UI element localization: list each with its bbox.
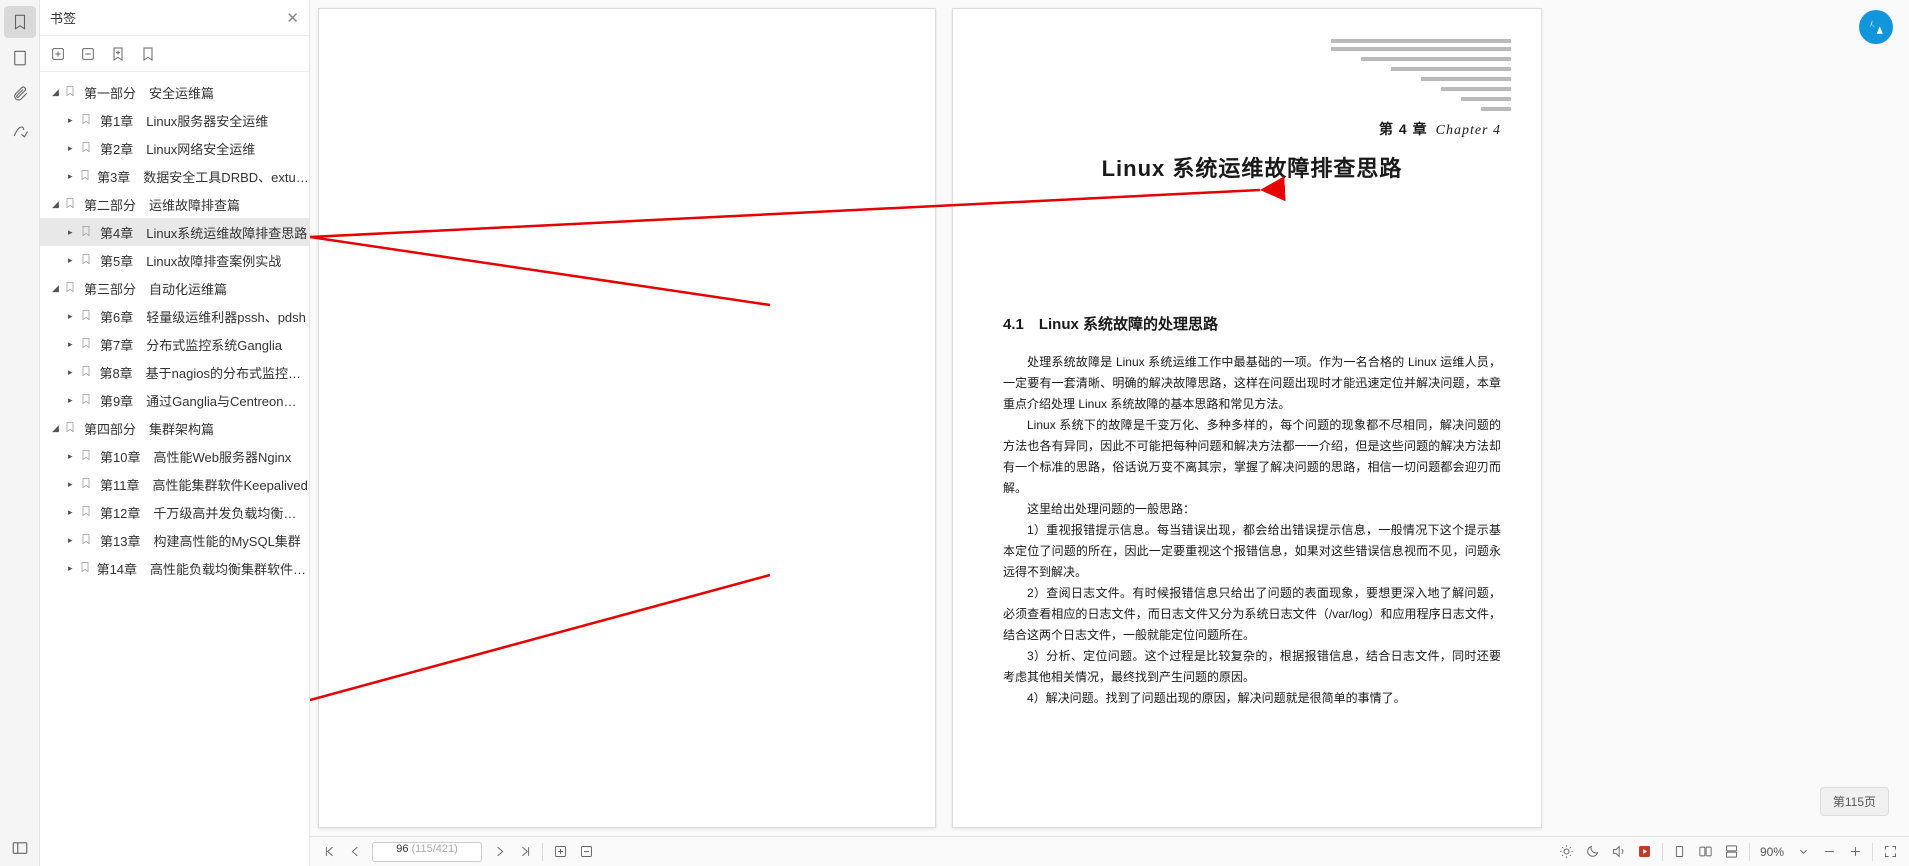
tree-ch-6[interactable]: ▸第6章 轻量级运维利器pssh、pdsh (40, 302, 309, 330)
section-title: 4.1 Linux 系统故障的处理思路 (1003, 313, 1501, 334)
chapter-number: 第 4 章Chapter 4 (1003, 119, 1501, 139)
first-page-icon[interactable] (316, 839, 342, 865)
pages-tab-icon[interactable] (4, 42, 36, 74)
bookmarks-tree: ◢第一部分 安全运维篇 ▸第1章 Linux服务器安全运维 ▸第2章 Linux… (40, 72, 309, 866)
attachments-tab-icon[interactable] (4, 78, 36, 110)
close-panel-icon[interactable]: ✕ (286, 9, 299, 27)
tree-ch-4[interactable]: ▸第4章 Linux系统运维故障排查思路 (40, 218, 309, 246)
continuous-icon[interactable] (1719, 839, 1745, 865)
zoom-in-page-icon[interactable] (547, 839, 573, 865)
page-right-chapter: 第 4 章Chapter 4 Linux 系统运维故障排查思路 4.1 Linu… (952, 8, 1542, 828)
fullscreen-icon[interactable] (1877, 839, 1903, 865)
bookmark-tools (40, 36, 309, 72)
page-number-input[interactable]: 96 (115/421) (372, 842, 482, 862)
add-bookmark-icon[interactable] (110, 46, 126, 62)
panel-title: 书签 (50, 8, 76, 27)
body-paragraph: 4）解决问题。找到了问题出现的原因，解决问题就是很简单的事情了。 (1003, 688, 1501, 709)
tree-ch-11[interactable]: ▸第11章 高性能集群软件Keepalived (40, 470, 309, 498)
document-viewport: 第 4 章Chapter 4 Linux 系统运维故障排查思路 4.1 Linu… (310, 0, 1909, 866)
page-indicator-float[interactable]: 第115页 (1820, 787, 1889, 816)
body-paragraph: Linux 系统下的故障是千变万化、多种多样的，每个问题的现象都不尽相同，解决问… (1003, 415, 1501, 499)
zoom-out-icon[interactable] (1816, 839, 1842, 865)
tree-part-4[interactable]: ◢第四部分 集群架构篇 (40, 414, 309, 442)
prev-page-icon[interactable] (342, 839, 368, 865)
body-paragraph: 1）重视报错提示信息。每当错误出现，都会给出错误提示信息，一般情况下这个提示基本… (1003, 520, 1501, 583)
tree-ch-10[interactable]: ▸第10章 高性能Web服务器Nginx (40, 442, 309, 470)
chapter-decoration (1331, 39, 1511, 119)
body-paragraph: 2）查阅日志文件。有时候报错信息只给出了问题的表面现象，要想更深入地了解问题，必… (1003, 583, 1501, 646)
tree-ch-3[interactable]: ▸第3章 数据安全工具DRBD、extundelete (40, 162, 309, 190)
collapse-all-icon[interactable] (80, 46, 96, 62)
tree-ch-5[interactable]: ▸第5章 Linux故障排查案例实战 (40, 246, 309, 274)
bookmarks-panel: 书签 ✕ ◢第一部分 安全运维篇 ▸第1章 Linux服务器安全运维 ▸第2章 … (40, 0, 310, 866)
next-page-icon[interactable] (486, 839, 512, 865)
body-paragraph: 3）分析、定位问题。这个过程是比较复杂的，根据报错信息，结合日志文件，同时还要考… (1003, 646, 1501, 688)
tree-part-1[interactable]: ◢第一部分 安全运维篇 (40, 78, 309, 106)
collapse-panel-icon[interactable] (4, 832, 36, 864)
night-mode-icon[interactable] (1580, 839, 1606, 865)
tree-part-3[interactable]: ◢第三部分 自动化运维篇 (40, 274, 309, 302)
tree-ch-2[interactable]: ▸第2章 Linux网络安全运维 (40, 134, 309, 162)
tree-ch-7[interactable]: ▸第7章 分布式监控系统Ganglia (40, 330, 309, 358)
bookmark-icon[interactable] (140, 46, 156, 62)
expand-all-icon[interactable] (50, 46, 66, 62)
page-left-blank (318, 8, 936, 828)
signatures-tab-icon[interactable] (4, 114, 36, 146)
read-aloud-icon[interactable] (1606, 839, 1632, 865)
body-paragraph: 处理系统故障是 Linux 系统运维工作中最基础的一项。作为一名合格的 Linu… (1003, 352, 1501, 415)
tree-ch-14[interactable]: ▸第14章 高性能负载均衡集群软件HAProxy (40, 554, 309, 582)
zoom-out-page-icon[interactable] (573, 839, 599, 865)
tree-ch-13[interactable]: ▸第13章 构建高性能的MySQL集群 (40, 526, 309, 554)
eye-care-icon[interactable] (1554, 839, 1580, 865)
translate-button[interactable] (1859, 10, 1893, 44)
status-bar: 96 (115/421) 90% (310, 836, 1909, 866)
zoom-level: 90% (1760, 845, 1784, 859)
last-page-icon[interactable] (512, 839, 538, 865)
tree-part-2[interactable]: ◢第二部分 运维故障排查篇 (40, 190, 309, 218)
slideshow-icon[interactable] (1632, 839, 1658, 865)
tree-ch-8[interactable]: ▸第8章 基于nagios的分布式监控报警 (40, 358, 309, 386)
chapter-title: Linux 系统运维故障排查思路 (1003, 151, 1501, 183)
bookmarks-tab-icon[interactable] (4, 6, 36, 38)
two-page-icon[interactable] (1693, 839, 1719, 865)
tree-ch-12[interactable]: ▸第12章 千万级高并发负载均衡软件 (40, 498, 309, 526)
zoom-dropdown-icon[interactable] (1790, 839, 1816, 865)
body-paragraph: 这里给出处理问题的一般思路： (1003, 499, 1501, 520)
tree-ch-9[interactable]: ▸第9章 通过Ganglia与Centreon构建 (40, 386, 309, 414)
left-toolbar (0, 0, 40, 866)
single-page-icon[interactable] (1667, 839, 1693, 865)
zoom-in-icon[interactable] (1842, 839, 1868, 865)
tree-ch-1[interactable]: ▸第1章 Linux服务器安全运维 (40, 106, 309, 134)
